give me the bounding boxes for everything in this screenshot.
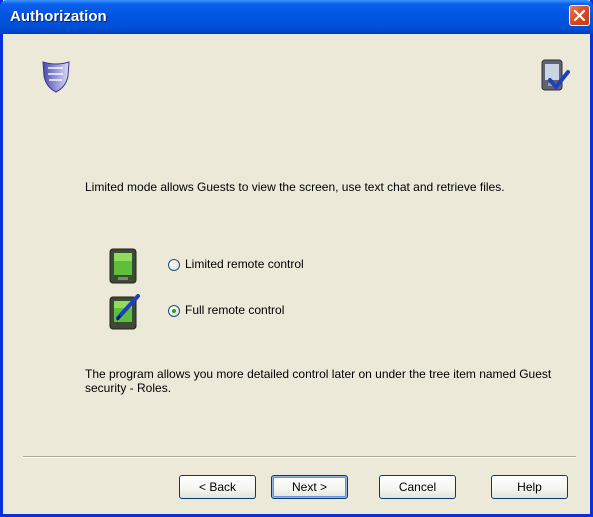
back-button[interactable]: < Back (179, 475, 256, 499)
shield-icon (42, 61, 70, 93)
next-button[interactable]: Next > (271, 475, 348, 499)
full-remote-control-radio[interactable] (168, 305, 180, 317)
authorization-dialog: Authorization Limited mode allows Guests… (0, 0, 593, 517)
limited-remote-control-radio[interactable] (168, 259, 180, 271)
title-bar[interactable]: Authorization (0, 0, 593, 34)
limited-remote-control-label[interactable]: Limited remote control (185, 257, 304, 271)
full-remote-control-label[interactable]: Full remote control (185, 303, 284, 317)
mode-description: Limited mode allows Guests to view the s… (85, 180, 505, 194)
radio-selected-dot (172, 309, 176, 313)
close-icon (573, 9, 586, 22)
pda-pen-icon (109, 294, 140, 330)
close-button[interactable] (569, 5, 590, 26)
roles-note: The program allows you more detailed con… (85, 367, 552, 395)
window-title: Authorization (10, 8, 107, 25)
pda-icon (109, 248, 137, 284)
cancel-button[interactable]: Cancel (379, 475, 456, 499)
button-separator (23, 456, 576, 458)
help-button[interactable]: Help (491, 475, 568, 499)
pda-check-icon (541, 59, 570, 91)
